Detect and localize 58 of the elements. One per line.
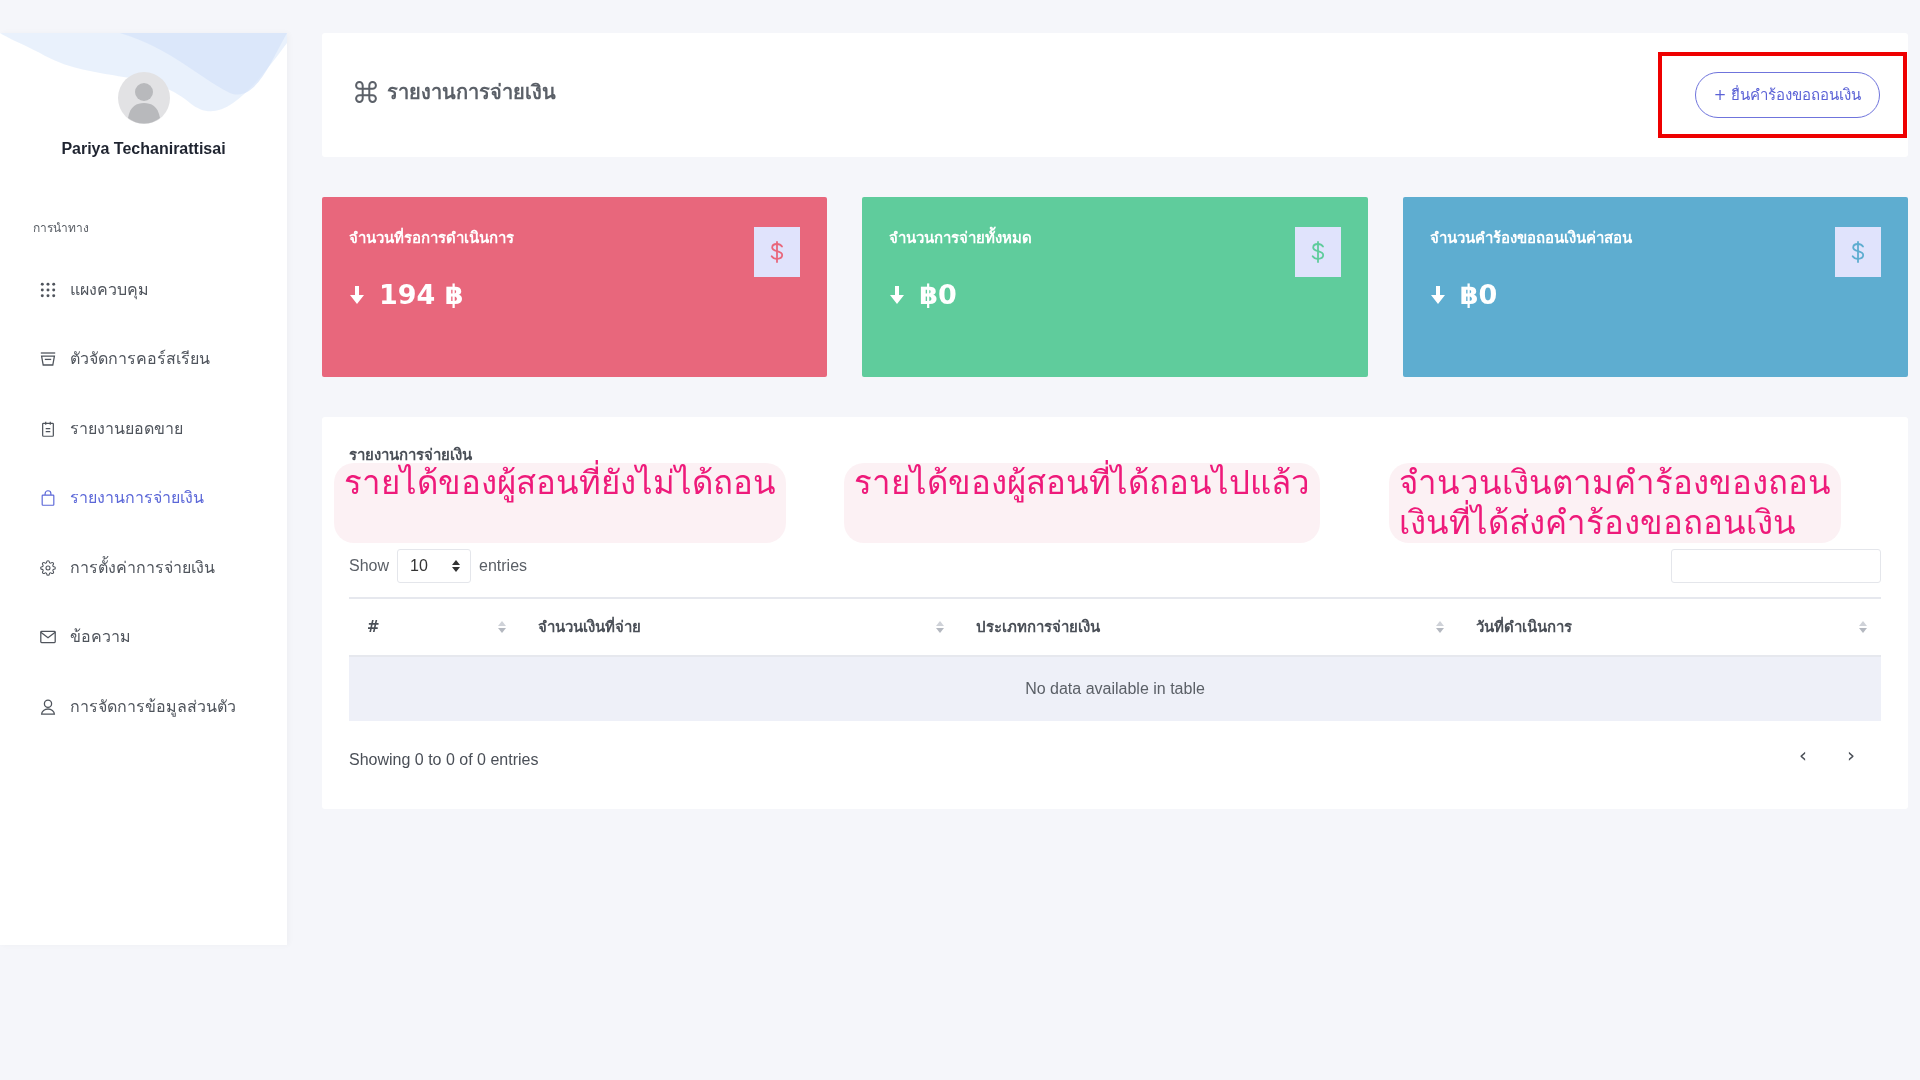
nav-item[interactable]: การตั้งค่าการจ่ายเงิน <box>0 533 223 603</box>
arrow-down-icon <box>889 286 906 304</box>
nav-label: แผงควบคุม <box>70 278 149 301</box>
nav-item[interactable]: ข้อความ <box>0 602 139 672</box>
search-field[interactable] <box>1671 549 1881 583</box>
user-name: Pariya Techanirattisai <box>61 139 226 159</box>
nav-item[interactable]: การจัดการข้อมูลส่วนตัว <box>0 672 244 742</box>
command-icon <box>355 81 377 103</box>
card-title: จำนวนที่รอการดำเนินการ <box>349 227 514 249</box>
settings-icon <box>40 559 56 576</box>
empty-table-message: No data available in table <box>1025 680 1205 698</box>
sort-icon[interactable] <box>1859 621 1867 633</box>
nav-label: การตั้งค่าการจ่ายเงิน <box>70 556 215 579</box>
sort-icon[interactable] <box>936 621 944 633</box>
nav-item[interactable]: ตัวจัดการคอร์สเรียน <box>0 324 218 394</box>
card-title: จำนวนการจ่ายทั้งหมด <box>889 227 1033 249</box>
nav-item[interactable]: รายงานยอดขาย <box>0 394 191 464</box>
column-header[interactable]: จำนวนเงินที่จ่าย <box>538 615 641 639</box>
arrow-down-icon <box>349 286 365 304</box>
caret-icon <box>452 560 461 572</box>
basket-icon <box>40 351 56 368</box>
annotation-caption: จำนวนเงินตามคำร้องของถอน เงินที่ได้ส่งคำร้องขอถอนเงิน <box>1388 463 1841 543</box>
user-icon <box>40 698 56 715</box>
nav-label: ตัวจัดการคอร์สเรียน <box>70 348 210 371</box>
page-length-select[interactable]: 10 <box>397 549 472 583</box>
bag-icon <box>40 490 56 507</box>
sort-icon[interactable] <box>498 621 506 633</box>
previous-page-link[interactable]: ‹ <box>1795 743 1811 767</box>
length-suffix: entries <box>479 557 528 575</box>
grid-icon <box>40 281 56 298</box>
nav-label: การจัดการข้อมูลส่วนตัว <box>70 695 236 718</box>
column-header[interactable]: # <box>367 618 380 636</box>
table-title: รายงานการจ่ายเงิน <box>349 445 472 464</box>
table-info: Showing 0 to 0 of 0 entries <box>349 751 539 769</box>
arrow-down-icon <box>1429 286 1446 304</box>
mail-icon <box>40 629 56 646</box>
section-label: การนำทาง <box>33 220 89 236</box>
dollar-icon <box>754 227 801 277</box>
nav-item[interactable]: แผงควบคุม <box>0 255 157 325</box>
column-header[interactable]: วันที่ดำเนินการ <box>1476 615 1572 639</box>
dollar-icon <box>1294 227 1341 277</box>
card-value: ฿0 <box>919 278 957 312</box>
clipboard-icon <box>40 420 56 437</box>
nav-label: รายงานการจ่ายเงิน <box>70 487 204 510</box>
length-label: Show <box>349 557 390 575</box>
withdraw-request-button[interactable]: + ยื่นคำร้องขอถอนเงิน <box>1694 72 1880 118</box>
avatar-icon <box>117 72 170 124</box>
nav-item[interactable]: รายงานการจ่ายเงิน <box>0 463 212 533</box>
nav-label: ข้อความ <box>70 626 131 649</box>
card-value: 194 ฿ <box>379 278 464 312</box>
card-value: ฿0 <box>1459 278 1498 312</box>
next-page-link[interactable]: › <box>1843 743 1859 767</box>
sort-icon[interactable] <box>1436 621 1444 633</box>
page-title: รายงานการจ่ายเงิน <box>387 79 556 106</box>
nav-label: รายงานยอดขาย <box>70 417 183 440</box>
column-header[interactable]: ประเภทการจ่ายเงิน <box>976 615 1100 639</box>
card-title: จำนวนคำร้องขอถอนเงินค่าสอน <box>1429 228 1632 249</box>
dollar-icon <box>1835 227 1881 277</box>
